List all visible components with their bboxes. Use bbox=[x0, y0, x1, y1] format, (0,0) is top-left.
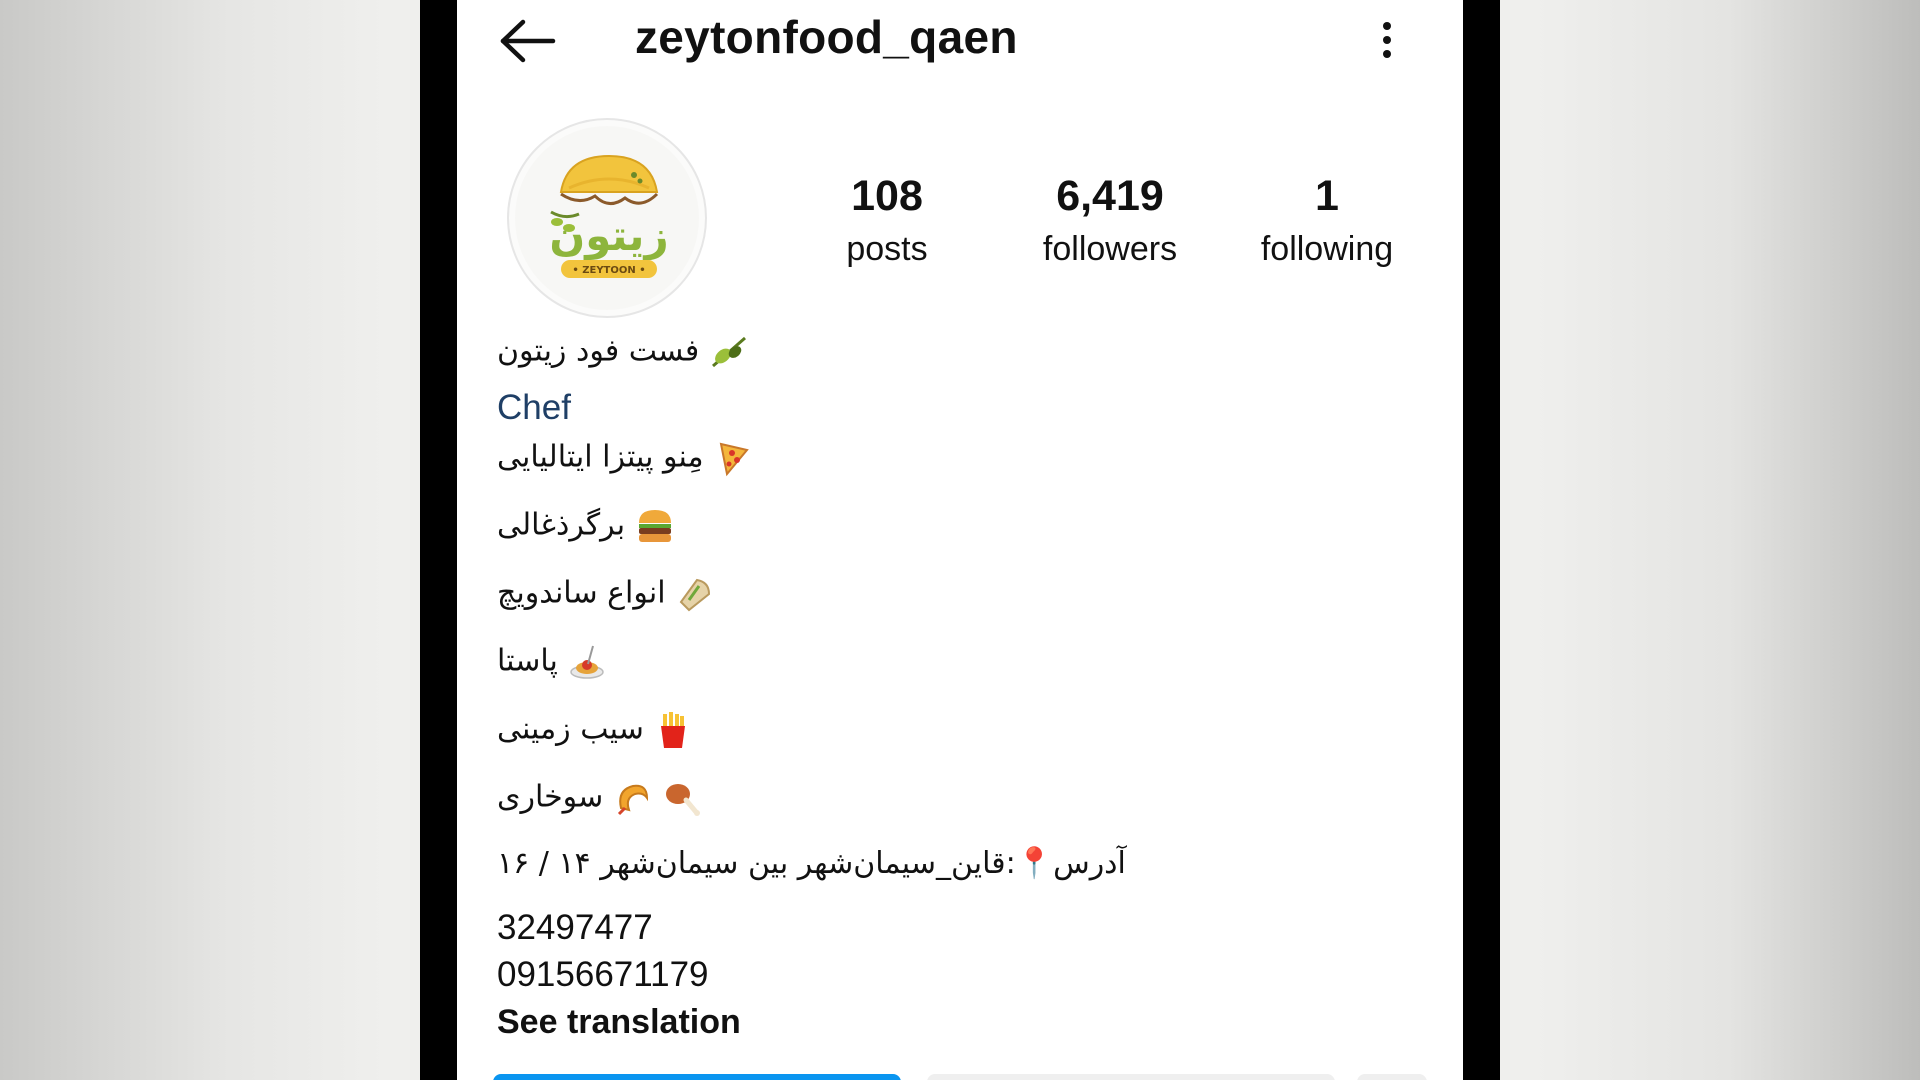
bio-phone-1[interactable]: 32497477 bbox=[497, 908, 653, 948]
bio-line-text: برگرذغالی bbox=[497, 507, 626, 543]
bio-line-text: سوخاری bbox=[497, 779, 604, 815]
bio-line-pasta: پاستا bbox=[497, 642, 607, 682]
bio-line-fries: سیب زمینی bbox=[497, 710, 693, 750]
posts-label: posts bbox=[846, 230, 928, 268]
burger-icon bbox=[638, 510, 671, 542]
profile-avatar[interactable]: زیتون • ZEYTOON • bbox=[507, 118, 707, 318]
message-button[interactable] bbox=[927, 1074, 1335, 1080]
followers-count: 6,419 bbox=[1056, 172, 1164, 220]
posts-count: 108 bbox=[851, 172, 923, 220]
bio-line-text: انواع ساندویچ bbox=[497, 575, 666, 611]
follow-button[interactable] bbox=[493, 1074, 901, 1080]
zeytoon-logo: زیتون • ZEYTOON • bbox=[549, 154, 669, 278]
svg-text:• ZEYTOON •: • ZEYTOON • bbox=[572, 265, 645, 276]
following-label: following bbox=[1260, 230, 1394, 268]
bio-line-text: مِنو پیتزا ایتالیایی bbox=[497, 439, 704, 475]
fried-shrimp-icon bbox=[617, 784, 648, 816]
bio-line-text: سیب زمینی bbox=[497, 711, 644, 747]
svg-text:زیتون: زیتون bbox=[549, 211, 668, 261]
bio-phone-2[interactable]: 09156671179 bbox=[497, 955, 709, 995]
bio-name-text: فست فود زیتون bbox=[497, 333, 700, 369]
instagram-profile-screen: zeytonfood_qaen زیتون • ZEYTOON • 108 po… bbox=[457, 0, 1463, 1080]
fried-chicken-icon bbox=[666, 784, 701, 816]
arrow-left-icon[interactable] bbox=[497, 16, 557, 66]
fries-icon bbox=[661, 712, 686, 748]
bio-category[interactable]: Chef bbox=[497, 388, 571, 428]
bio-line-pizza: مِنو پیتزا ایتالیایی bbox=[497, 438, 753, 478]
bio-name: فست فود زیتون bbox=[497, 332, 749, 372]
bio-line-sandwich: انواع ساندویچ bbox=[497, 574, 715, 614]
see-translation-link[interactable]: See translation bbox=[497, 1003, 741, 1042]
pizza-icon bbox=[719, 442, 749, 477]
profile-username: zeytonfood_qaen bbox=[635, 11, 1018, 63]
suggested-accounts-button[interactable] bbox=[1357, 1074, 1427, 1080]
more-vertical-icon[interactable] bbox=[1367, 16, 1407, 66]
posts-stat[interactable]: 108 posts bbox=[807, 168, 967, 274]
bio-address: آدرس📍:قاین_سیمان‌شهر بین سیمان‌شهر ۱۴ / … bbox=[497, 846, 1126, 881]
following-count: 1 bbox=[1315, 172, 1339, 220]
bio-line-text: پاستا bbox=[497, 643, 558, 679]
bio-line-burger: برگرذغالی bbox=[497, 506, 675, 546]
olive-icon bbox=[711, 336, 746, 368]
followers-stat[interactable]: 6,419 followers bbox=[1015, 168, 1205, 274]
followers-label: followers bbox=[1042, 230, 1178, 268]
following-stat[interactable]: 1 following bbox=[1232, 168, 1422, 274]
bio-line-fried-chicken: سوخاری bbox=[497, 778, 702, 818]
pasta-icon bbox=[570, 645, 605, 679]
sandwich-icon bbox=[679, 578, 711, 612]
